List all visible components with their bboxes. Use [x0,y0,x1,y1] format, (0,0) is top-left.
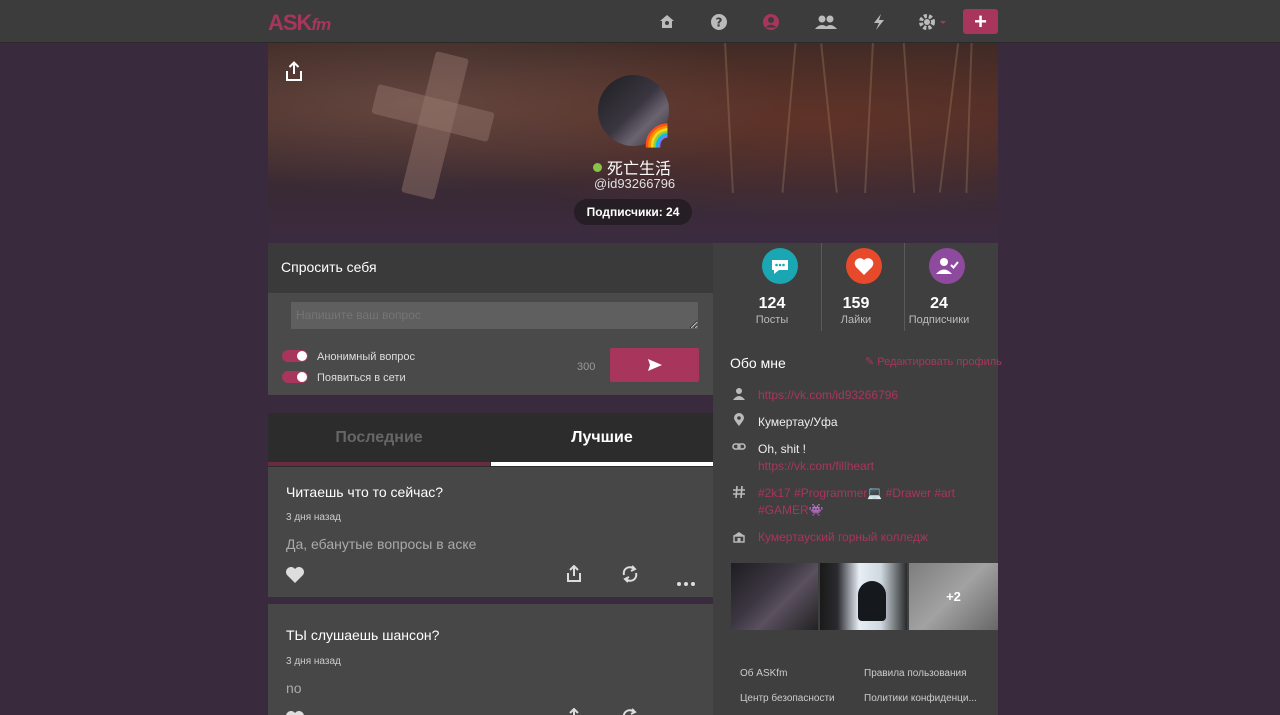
photo-silhouette [858,581,886,621]
askfm-logo[interactable]: ASKfm [268,10,331,36]
profile-icon[interactable] [759,11,783,33]
repost-icon[interactable] [621,708,639,715]
share-icon[interactable] [566,564,582,588]
hashtags-line-2[interactable]: #GAMER👾 [758,501,824,519]
about-title: Обо мне [730,355,786,371]
footer-rules-link[interactable]: Правила пользования [864,668,967,679]
tab-latest[interactable]: Последние [268,413,490,463]
tab-best-underline [491,462,713,466]
stat-likes[interactable]: 159 Лайки [814,243,898,331]
stat-subscribers[interactable]: 24 Подписчики [897,243,981,331]
share-icon[interactable] [566,707,582,715]
photo-thumbnail[interactable] [820,563,907,630]
main-column: Спросить себя Анонимный вопрос Появиться… [268,243,713,715]
rainbow-badge: 🌈 [643,123,671,148]
person-icon [732,387,746,401]
online-indicator [593,162,602,172]
hashtag-icon [732,485,746,499]
stat-posts[interactable]: 124 Посты [730,243,814,331]
post-card: ТЫ слушаешь шансон? 3 дня назад no [268,604,713,715]
link-icon [732,440,746,454]
post-answer: no [286,680,302,696]
bio-link[interactable]: https://vk.com/fillheart [758,457,874,475]
question-icon[interactable]: ? [707,11,731,33]
location-icon [732,413,746,427]
question-input[interactable] [291,302,698,329]
post-card: Читаешь что то сейчас? 3 дня назад Да, е… [268,467,713,597]
friends-icon[interactable] [812,11,840,33]
more-photos-count: +2 [909,563,998,630]
share-profile-icon[interactable] [284,61,304,83]
photo-more[interactable]: +2 [909,563,998,630]
school-icon [732,530,746,544]
pencil-icon: ✎ [865,356,878,368]
ask-self-header: Спросить себя [268,243,713,293]
like-icon[interactable] [285,710,305,715]
hashtags-line-1[interactable]: #2k17 #Programmer💻 #Drawer #art [758,484,955,502]
gear-icon[interactable] [917,11,949,33]
more-options-icon[interactable] [677,573,695,591]
sidebar: 124 Посты 159 Лайки 24 Подписчики Обо мн… [713,243,1002,715]
footer-privacy-link[interactable]: Политики конфиденци... [864,693,977,704]
feed-tabs: Последние Лучшие [268,413,713,467]
subscribers-pill[interactable]: Подписчики: 24 [574,199,692,225]
lightning-icon[interactable] [867,11,891,33]
footer-about-link[interactable]: Об ASKfm [740,668,787,679]
home-icon[interactable] [655,11,679,33]
chat-icon [762,248,798,284]
create-post-button[interactable]: + [963,9,998,34]
top-bar: ASKfm ? + [0,0,1280,43]
subscriber-icon [929,248,965,284]
ask-form: Анонимный вопрос Появиться в сети 300 [268,293,713,395]
send-question-button[interactable] [610,348,699,382]
location-text: Кумертау/Уфа [758,415,838,429]
heart-icon [846,248,882,284]
bio-text: Oh, shit ! [758,442,807,456]
vk-link[interactable]: https://vk.com/id93266796 [758,386,898,404]
edit-profile-link[interactable]: ✎ Редактировать профиль [865,355,1002,368]
appear-online-label: Появиться в сети [317,372,406,384]
footer-safety-link[interactable]: Центр безопасности [740,693,835,704]
svg-text:?: ? [716,16,723,30]
like-icon[interactable] [285,566,305,589]
char-counter: 300 [577,361,596,373]
photo-thumbnail[interactable] [731,563,818,630]
school-link[interactable]: Кумертауский горный колледж [758,528,928,546]
tab-latest-underline [268,462,490,466]
tab-best[interactable]: Лучшие [491,413,713,463]
user-handle: @id93266796 [594,176,676,191]
post-question[interactable]: ТЫ слушаешь шансон? [286,627,439,643]
anonymous-label: Анонимный вопрос [317,351,416,363]
post-answer: Да, ебанутые вопросы в аске [286,536,477,552]
send-icon [647,359,662,371]
post-time[interactable]: 3 дня назад [286,656,341,667]
appear-online-toggle[interactable] [282,371,308,383]
repost-icon[interactable] [621,565,639,588]
post-question[interactable]: Читаешь что то сейчас? [286,484,443,500]
post-time[interactable]: 3 дня назад [286,512,341,523]
anonymous-toggle[interactable] [282,350,308,362]
